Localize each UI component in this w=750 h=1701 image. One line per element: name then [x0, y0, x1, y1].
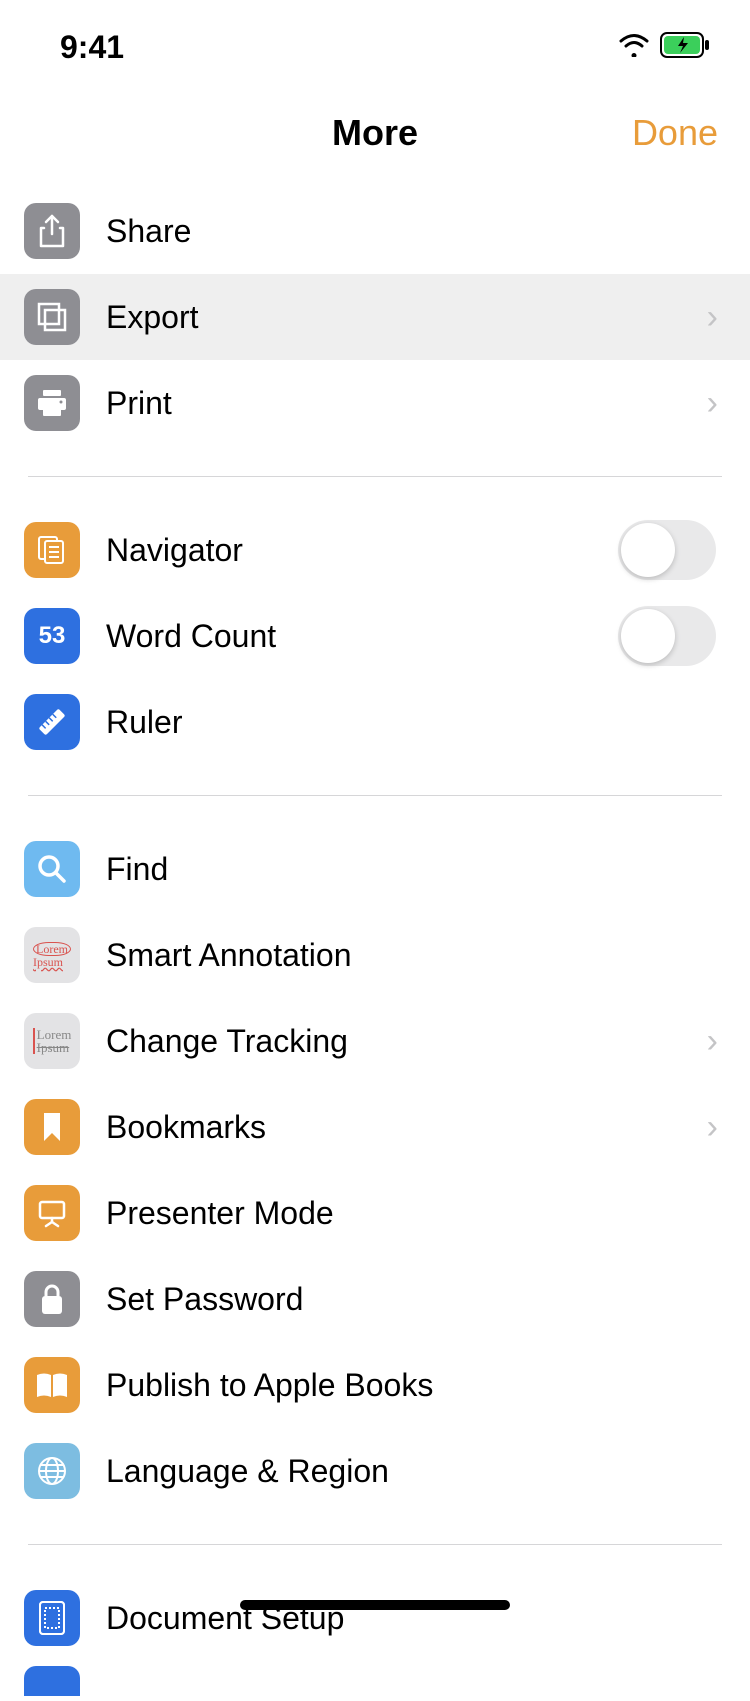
bookmarks-label: Bookmarks: [106, 1109, 707, 1146]
share-label: Share: [106, 213, 720, 250]
set-password-label: Set Password: [106, 1281, 720, 1318]
bookmarks-row[interactable]: Bookmarks ›: [0, 1084, 750, 1170]
partial-icon: [24, 1666, 80, 1696]
export-icon: [24, 289, 80, 345]
ruler-icon: [24, 694, 80, 750]
share-row[interactable]: Share: [0, 188, 750, 274]
lock-icon: [24, 1271, 80, 1327]
find-row[interactable]: Find: [0, 826, 750, 912]
share-icon: [24, 203, 80, 259]
chevron-right-icon: ›: [707, 1108, 720, 1147]
wordcount-icon: 53: [24, 608, 80, 664]
book-icon: [24, 1357, 80, 1413]
chevron-right-icon: ›: [707, 384, 720, 423]
home-indicator[interactable]: [240, 1600, 510, 1610]
publish-books-row[interactable]: Publish to Apple Books: [0, 1342, 750, 1428]
wordcount-toggle[interactable]: [618, 606, 716, 666]
change-tracking-icon: LoremIpsum: [24, 1013, 80, 1069]
globe-icon: [24, 1443, 80, 1499]
smart-annotation-row[interactable]: LoremIpsum Smart Annotation: [0, 912, 750, 998]
page-title: More: [332, 112, 418, 154]
chevron-right-icon: ›: [707, 298, 720, 337]
wordcount-badge: 53: [39, 622, 66, 650]
set-password-row[interactable]: Set Password: [0, 1256, 750, 1342]
document-setup-row[interactable]: Document Setup: [0, 1575, 750, 1661]
status-bar: 9:41: [0, 0, 750, 80]
presenter-mode-icon: [24, 1185, 80, 1241]
ruler-row[interactable]: Ruler: [0, 679, 750, 765]
language-region-label: Language & Region: [106, 1453, 720, 1490]
print-row[interactable]: Print ›: [0, 360, 750, 446]
status-icons: [618, 32, 718, 63]
document-setup-icon: [24, 1590, 80, 1646]
wordcount-row[interactable]: 53 Word Count: [0, 593, 750, 679]
smart-annotation-label: Smart Annotation: [106, 937, 720, 974]
publish-books-label: Publish to Apple Books: [106, 1367, 720, 1404]
export-label: Export: [106, 299, 707, 336]
language-region-row[interactable]: Language & Region: [0, 1428, 750, 1514]
status-time: 9:41: [60, 29, 124, 66]
presenter-mode-label: Presenter Mode: [106, 1195, 720, 1232]
find-label: Find: [106, 851, 720, 888]
export-row[interactable]: Export ›: [0, 274, 750, 360]
navigator-icon: [24, 522, 80, 578]
more-list: Share Export › Print ›: [0, 188, 750, 1701]
print-label: Print: [106, 385, 707, 422]
navigator-label: Navigator: [106, 532, 618, 569]
smart-annotation-icon: LoremIpsum: [24, 927, 80, 983]
navigator-row[interactable]: Navigator: [0, 507, 750, 593]
done-button[interactable]: Done: [632, 112, 718, 154]
find-icon: [24, 841, 80, 897]
ruler-label: Ruler: [106, 704, 720, 741]
change-tracking-label: Change Tracking: [106, 1023, 707, 1060]
wifi-icon: [618, 33, 650, 62]
change-tracking-row[interactable]: LoremIpsum Change Tracking ›: [0, 998, 750, 1084]
presenter-mode-row[interactable]: Presenter Mode: [0, 1170, 750, 1256]
navigator-toggle[interactable]: [618, 520, 716, 580]
partial-row[interactable]: [0, 1661, 750, 1701]
battery-charging-icon: [660, 32, 710, 63]
nav-bar: More Done: [0, 88, 750, 178]
chevron-right-icon: ›: [707, 1022, 720, 1061]
print-icon: [24, 375, 80, 431]
wordcount-label: Word Count: [106, 618, 618, 655]
bookmarks-icon: [24, 1099, 80, 1155]
